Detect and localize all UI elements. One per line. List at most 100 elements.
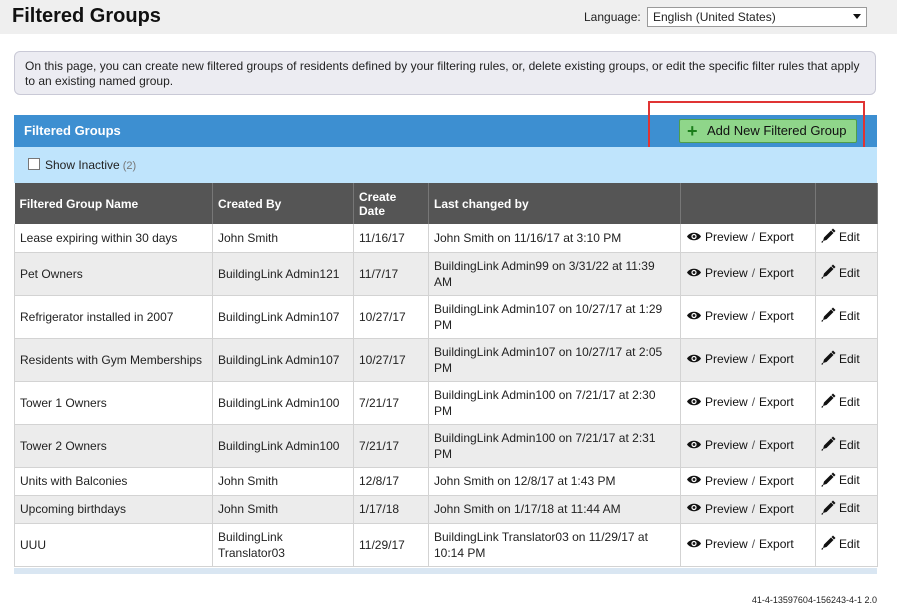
- preview-export-cell: Preview / Export: [680, 467, 816, 496]
- edit-link[interactable]: Edit: [821, 472, 860, 488]
- column-header-preview-export: [680, 183, 816, 224]
- create-date-cell: 10/27/17: [353, 338, 429, 382]
- export-link[interactable]: Export: [759, 438, 794, 452]
- preview-export-cell: Preview / Export: [680, 381, 816, 425]
- create-date-cell: 7/21/17: [353, 424, 429, 468]
- edit-label: Edit: [839, 394, 860, 409]
- action-separator: /: [751, 395, 756, 410]
- edit-link[interactable]: Edit: [821, 393, 860, 409]
- last-changed-cell: BuildingLink Admin100 on 7/21/17 at 2:31…: [428, 424, 681, 468]
- eye-icon: [686, 230, 702, 246]
- table-row: Residents with Gym Memberships BuildingLi…: [14, 338, 878, 382]
- edit-link[interactable]: Edit: [821, 350, 860, 366]
- edit-link[interactable]: Edit: [821, 228, 860, 244]
- edit-cell: Edit: [815, 295, 878, 339]
- inactive-count: (2): [122, 160, 137, 172]
- edit-link[interactable]: Edit: [821, 264, 860, 283]
- preview-link[interactable]: Preview: [686, 309, 748, 323]
- show-inactive-text: Show Inactive: [45, 158, 120, 172]
- created-by-cell: BuildingLink Admin121: [212, 252, 354, 296]
- last-changed-cell: John Smith on 11/16/17 at 3:10 PM: [428, 224, 681, 253]
- preview-label: Preview: [705, 537, 748, 552]
- export-link[interactable]: Export: [759, 352, 794, 366]
- last-changed-cell: BuildingLink Admin100 on 7/21/17 at 2:30…: [428, 381, 681, 425]
- preview-link[interactable]: Preview: [686, 537, 748, 551]
- created-by-cell: BuildingLink Admin100: [212, 424, 354, 468]
- edit-link[interactable]: Edit: [821, 436, 860, 452]
- created-by-cell: John Smith: [212, 467, 354, 496]
- table-row: Units with Balconies John Smith 12/8/17 Joh…: [14, 467, 878, 496]
- add-button-label: Add New Filtered Group: [707, 123, 847, 138]
- create-date-cell: 11/16/17: [353, 224, 429, 253]
- edit-cell: Edit: [815, 338, 878, 382]
- group-name-cell: Lease expiring within 30 days: [14, 224, 213, 253]
- edit-link[interactable]: Edit: [821, 535, 860, 554]
- table-row: Upcoming birthdays John Smith 1/17/18 John …: [14, 495, 878, 524]
- preview-label: Preview: [705, 230, 748, 245]
- chevron-down-icon: [853, 14, 861, 19]
- last-changed-cell: John Smith on 12/8/17 at 1:43 PM: [428, 467, 681, 496]
- export-link[interactable]: Export: [759, 266, 794, 280]
- group-name-cell: Tower 2 Owners: [14, 424, 213, 468]
- edit-link[interactable]: Edit: [821, 307, 860, 326]
- show-inactive-label[interactable]: Show Inactive (2): [45, 158, 136, 172]
- pencil-icon: [821, 264, 836, 283]
- create-date-cell: 12/8/17: [353, 467, 429, 496]
- language-select[interactable]: English (United States): [647, 7, 867, 27]
- preview-link[interactable]: Preview: [686, 266, 748, 280]
- edit-label: Edit: [839, 229, 860, 244]
- show-inactive-checkbox[interactable]: [28, 158, 40, 170]
- column-header-last-changed: Last changed by: [428, 183, 681, 224]
- create-date-cell: 11/29/17: [353, 523, 429, 567]
- preview-link[interactable]: Preview: [686, 502, 748, 516]
- edit-cell: Edit: [815, 424, 878, 468]
- export-link[interactable]: Export: [759, 474, 794, 488]
- edit-cell: Edit: [815, 523, 878, 567]
- action-separator: /: [751, 352, 756, 367]
- preview-export-cell: Preview / Export: [680, 338, 816, 382]
- plus-icon: +: [687, 121, 698, 141]
- group-name-cell: Upcoming birthdays: [14, 495, 213, 524]
- table-row: UUU BuildingLink Translator03 11/29/17 Buil…: [14, 523, 878, 567]
- group-name-cell: Residents with Gym Memberships: [14, 338, 213, 382]
- column-header-create-date: Create Date: [353, 183, 429, 224]
- preview-link[interactable]: Preview: [686, 230, 748, 244]
- last-changed-cell: BuildingLink Translator03 on 11/29/17 at…: [428, 523, 681, 567]
- action-separator: /: [751, 473, 756, 488]
- preview-label: Preview: [705, 309, 748, 324]
- export-link[interactable]: Export: [759, 309, 794, 323]
- export-link[interactable]: Export: [759, 537, 794, 551]
- preview-link[interactable]: Preview: [686, 438, 748, 452]
- preview-label: Preview: [705, 395, 748, 410]
- preview-label: Preview: [705, 501, 748, 516]
- pencil-icon: [821, 307, 836, 326]
- column-header-edit: [815, 183, 878, 224]
- preview-label: Preview: [705, 352, 748, 367]
- pencil-icon: [821, 535, 836, 554]
- pencil-icon: [821, 472, 836, 491]
- create-date-cell: 11/7/17: [353, 252, 429, 296]
- footer-bar: [14, 568, 877, 574]
- export-link[interactable]: Export: [759, 230, 794, 244]
- edit-label: Edit: [839, 351, 860, 366]
- info-text: On this page, you can create new filtere…: [25, 59, 860, 88]
- table-row: Tower 2 Owners BuildingLink Admin100 7/21/…: [14, 424, 878, 468]
- edit-link[interactable]: Edit: [821, 500, 860, 515]
- preview-label: Preview: [705, 473, 748, 488]
- preview-export-cell: Preview / Export: [680, 224, 816, 253]
- export-link[interactable]: Export: [759, 395, 794, 409]
- group-name-cell: UUU: [14, 523, 213, 567]
- export-link[interactable]: Export: [759, 502, 794, 516]
- edit-cell: Edit: [815, 224, 878, 253]
- preview-link[interactable]: Preview: [686, 474, 748, 488]
- add-new-filtered-group-button[interactable]: + Add New Filtered Group: [679, 119, 857, 143]
- preview-link[interactable]: Preview: [686, 395, 748, 409]
- edit-label: Edit: [839, 437, 860, 452]
- table-row: Pet Owners BuildingLink Admin121 11/7/17 Bu…: [14, 252, 878, 296]
- preview-link[interactable]: Preview: [686, 352, 748, 366]
- group-name-cell: Tower 1 Owners: [14, 381, 213, 425]
- edit-label: Edit: [839, 473, 860, 488]
- edit-cell: Edit: [815, 495, 878, 524]
- eye-icon: [686, 395, 702, 411]
- eye-icon: [686, 473, 702, 489]
